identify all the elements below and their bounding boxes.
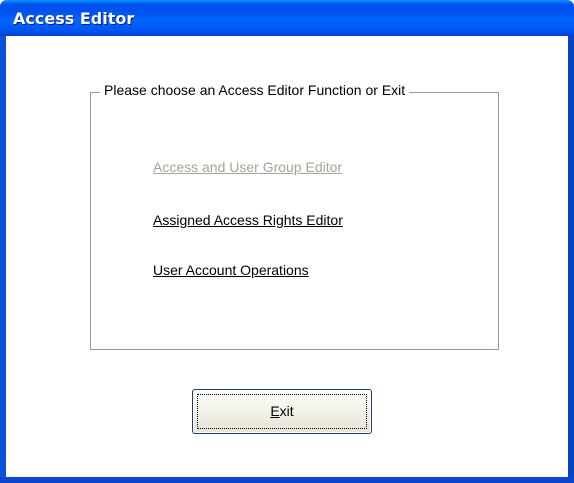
exit-button[interactable]: Exit (192, 389, 372, 434)
assigned-access-rights-editor-link[interactable]: Assigned Access Rights Editor (153, 212, 343, 228)
window-bottom-frame (0, 477, 574, 483)
window-title: Access Editor (13, 9, 135, 28)
exit-button-label: Exit (193, 403, 371, 419)
window-right-frame (568, 36, 574, 483)
access-editor-window: Access Editor Please choose an Access Ed… (0, 0, 574, 483)
exit-mnemonic: E (270, 403, 280, 419)
exit-label-rest: xit (279, 403, 294, 419)
dialog-client-area: Please choose an Access Editor Function … (6, 36, 568, 477)
title-bar[interactable]: Access Editor (0, 0, 574, 36)
groupbox-legend: Please choose an Access Editor Function … (100, 82, 410, 98)
access-and-user-group-editor-link: Access and User Group Editor (153, 159, 343, 175)
user-account-operations-link[interactable]: User Account Operations (153, 262, 309, 278)
